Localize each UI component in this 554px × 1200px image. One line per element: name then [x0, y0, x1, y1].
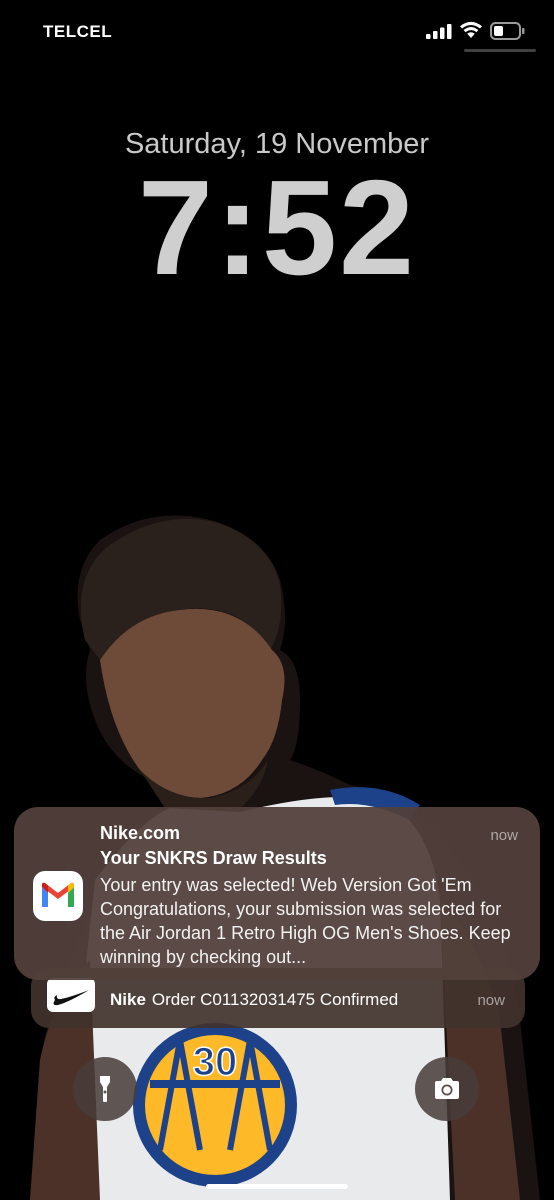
- notification-app-name: Nike.com: [100, 823, 181, 843]
- carrier-label: TELCEL: [43, 22, 113, 41]
- notification-time: now: [477, 992, 505, 1009]
- nike-swoosh-icon: [47, 978, 95, 1012]
- lock-time: 7:52: [137, 152, 417, 303]
- home-indicator[interactable]: [206, 1184, 348, 1189]
- wifi-icon: [460, 21, 482, 38]
- battery-icon: [490, 22, 525, 40]
- notification-title: Your SNKRS Draw Results: [100, 848, 327, 868]
- camera-button[interactable]: [415, 1057, 479, 1121]
- camera-icon: [435, 1078, 459, 1099]
- flashlight-button[interactable]: [73, 1057, 137, 1121]
- notification-body: Your entry was selected! Web Version Got…: [100, 875, 511, 967]
- jersey-number: 30: [193, 1040, 238, 1084]
- notification-snkrs-draw[interactable]: Nike.com now Your SNKRS Draw Results You…: [14, 807, 540, 980]
- notification-app-name: Nike: [110, 990, 146, 1009]
- notification-title: Order C01132031475 Confirmed: [151, 990, 399, 1009]
- flashlight-icon: [100, 1076, 110, 1102]
- status-bar: TELCEL: [0, 0, 554, 60]
- lock-screen: 30 TELCEL Saturday, 19 November 7:52 Nik…: [0, 0, 554, 1200]
- gmail-icon: [33, 871, 83, 921]
- status-indicator-bar: [464, 49, 536, 52]
- cellular-signal-icon: [426, 24, 452, 39]
- notification-time: now: [490, 827, 518, 844]
